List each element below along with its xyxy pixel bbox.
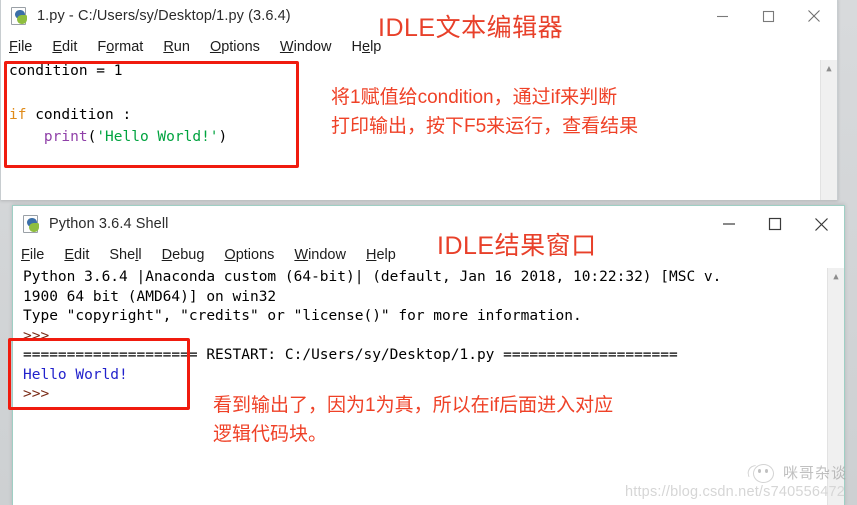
minimize-icon[interactable] (706, 209, 752, 239)
watermark-name: 咪哥杂谈 (782, 465, 847, 482)
editor-menu-file[interactable]: File (9, 39, 32, 55)
maximize-icon[interactable] (745, 1, 791, 31)
maximize-icon[interactable] (752, 209, 798, 239)
editor-menu-edit[interactable]: Edit (52, 39, 77, 55)
shell-stdout-hello: Hello World! (23, 366, 128, 383)
paren-close: ) (218, 129, 228, 145)
editor-window-controls (699, 0, 837, 34)
annotation-editor-note-line-2: 打印输出，按下F5来运行，查看结果 (331, 116, 639, 137)
function-print: print (43, 129, 88, 145)
editor-menu-options[interactable]: Options (210, 39, 260, 55)
annotation-shell-note-line-2: 逻辑代码块。 (213, 424, 328, 445)
shell-window-title: Python 3.6.4 Shell (49, 216, 169, 232)
code-line-1: condition = 1 (9, 63, 123, 79)
editor-menu-run[interactable]: Run (163, 39, 190, 55)
watermark-url: https://blog.csdn.net/s740556472 (624, 484, 845, 500)
annotation-shell-title: IDLE结果窗口 (437, 232, 597, 260)
shell-menu-help[interactable]: Help (366, 247, 396, 263)
code-line-3-rest: condition : (26, 107, 132, 123)
keyword-if: if (9, 107, 27, 123)
editor-window-title: 1.py - C:/Users/sy/Desktop/1.py (3.6.4) (37, 8, 291, 24)
shell-window-controls (706, 206, 844, 242)
shell-menu-debug[interactable]: Debug (162, 247, 205, 263)
python-file-icon (23, 215, 41, 233)
shell-restart-line: ==================== RESTART: C:/Users/s… (23, 347, 678, 363)
editor-menu-format[interactable]: Format (97, 39, 143, 55)
shell-banner-line-2: 1900 64 bit (AMD64)] on win32 (23, 288, 277, 305)
paren-open: ( (87, 129, 97, 145)
watermark: 咪哥杂谈 (745, 462, 847, 483)
shell-menu-edit[interactable]: Edit (64, 247, 89, 263)
editor-menu-window[interactable]: Window (280, 39, 332, 55)
shell-menu-window[interactable]: Window (294, 247, 346, 263)
screenshot-root: 1.py - C:/Users/sy/Desktop/1.py (3.6.4) … (0, 0, 857, 505)
shell-menu-options[interactable]: Options (224, 247, 274, 263)
shell-menubar: File Edit Shell Debug Options Window Hel… (13, 242, 844, 268)
minimize-icon[interactable] (699, 1, 745, 31)
python-file-icon (11, 7, 29, 25)
shell-output-area[interactable]: Python 3.6.4 |Anaconda custom (64-bit)| … (13, 268, 844, 505)
cat-face-logo-icon (745, 463, 777, 483)
editor-menu-help[interactable]: Help (352, 39, 382, 55)
shell-menu-shell[interactable]: Shell (109, 247, 141, 263)
editor-vertical-scrollbar[interactable]: ▲ (820, 60, 837, 200)
annotation-editor-title: IDLE文本编辑器 (378, 14, 564, 42)
idle-shell-window: Python 3.6.4 Shell File Edit Shell Debug… (12, 205, 845, 505)
shell-menu-file[interactable]: File (21, 247, 44, 263)
annotation-shell-note-line-1: 看到输出了，因为1为真，所以在if后面进入对应 (213, 395, 614, 416)
close-icon[interactable] (791, 1, 837, 31)
close-icon[interactable] (798, 209, 844, 239)
scroll-up-icon[interactable]: ▲ (821, 60, 837, 77)
scroll-up-icon[interactable]: ▲ (828, 268, 844, 285)
string-literal: 'Hello World!' (96, 129, 219, 145)
shell-prompt-1: >>> (23, 327, 50, 344)
shell-banner-line-1: Python 3.6.4 |Anaconda custom (64-bit)| … (23, 269, 722, 285)
shell-banner-line-3: Type "copyright", "credits" or "license(… (23, 308, 582, 324)
shell-titlebar[interactable]: Python 3.6.4 Shell (13, 206, 844, 242)
annotation-editor-note-line-1: 将1赋值给condition，通过if来判断 (331, 87, 618, 108)
